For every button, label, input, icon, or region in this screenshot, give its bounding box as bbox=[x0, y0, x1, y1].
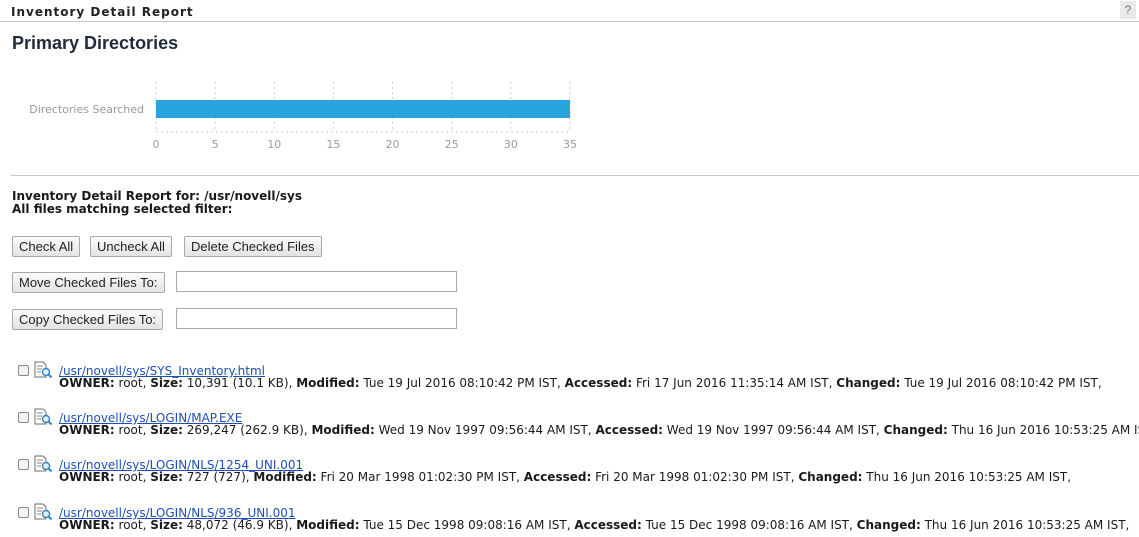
size-label: Size: bbox=[150, 470, 183, 484]
report-header-bar: Inventory Detail Report ? bbox=[0, 0, 1139, 22]
file-checkbox[interactable] bbox=[18, 459, 29, 470]
accessed-value: Fri 20 Mar 1998 01:02:30 PM IST, bbox=[595, 470, 795, 484]
x-tick-label: 15 bbox=[326, 138, 340, 151]
modified-label: Modified: bbox=[311, 423, 375, 437]
x-tick-label: 10 bbox=[267, 138, 281, 151]
owner-label: OWNER: bbox=[59, 470, 115, 484]
help-icon[interactable]: ? bbox=[1120, 1, 1136, 19]
modified-value: Tue 19 Jul 2016 08:10:42 PM IST, bbox=[363, 376, 561, 390]
size-label: Size: bbox=[150, 376, 183, 390]
size-value: 10,391 (10.1 KB), bbox=[186, 376, 293, 390]
move-destination-input[interactable] bbox=[176, 271, 457, 292]
modified-value: Tue 15 Dec 1998 09:08:16 AM IST, bbox=[363, 518, 571, 532]
file-checkbox[interactable] bbox=[18, 412, 29, 423]
category-label: Directories Searched bbox=[29, 103, 144, 116]
accessed-label: Accessed: bbox=[564, 376, 633, 390]
check-all-button[interactable]: Check All bbox=[12, 236, 81, 257]
changed-value: Thu 16 Jun 2016 10:53:25 AM IST, bbox=[866, 470, 1072, 484]
file-metadata: OWNER: root, Size: 10,391 (10.1 KB), Mod… bbox=[59, 376, 1102, 390]
x-tick-label: 30 bbox=[504, 138, 518, 151]
file-checkbox[interactable] bbox=[18, 365, 29, 376]
owner-value: root, bbox=[118, 470, 147, 484]
x-tick-label: 5 bbox=[212, 138, 219, 151]
copy-destination-input[interactable] bbox=[176, 308, 457, 329]
changed-label: Changed: bbox=[798, 470, 863, 484]
modified-label: Modified: bbox=[296, 518, 360, 532]
accessed-value: Wed 19 Nov 1997 09:56:44 AM IST, bbox=[666, 423, 880, 437]
uncheck-all-button[interactable]: Uncheck All bbox=[90, 236, 172, 257]
changed-label: Changed: bbox=[836, 376, 901, 390]
changed-value: Thu 16 Jun 2016 10:53:25 AM IST, bbox=[951, 423, 1139, 437]
report-filter-line: All files matching selected filter: bbox=[12, 202, 233, 216]
accessed-label: Accessed: bbox=[523, 470, 592, 484]
move-checked-files-button[interactable]: Move Checked Files To: bbox=[12, 272, 165, 293]
owner-value: root, bbox=[118, 423, 147, 437]
changed-label: Changed: bbox=[883, 423, 948, 437]
file-preview-icon[interactable] bbox=[33, 503, 53, 521]
x-tick-label: 35 bbox=[563, 138, 577, 151]
file-checkbox[interactable] bbox=[18, 507, 29, 518]
owner-label: OWNER: bbox=[59, 518, 115, 532]
size-label: Size: bbox=[150, 423, 183, 437]
accessed-value: Fri 17 Jun 2016 11:35:14 AM IST, bbox=[635, 376, 833, 390]
owner-label: OWNER: bbox=[59, 376, 115, 390]
file-metadata: OWNER: root, Size: 727 (727), Modified: … bbox=[59, 470, 1071, 484]
owner-label: OWNER: bbox=[59, 423, 115, 437]
directories-chart: 0 5 10 15 20 25 30 35 Directories Searched bbox=[0, 76, 640, 166]
changed-value: Thu 16 Jun 2016 10:53:25 AM IST, bbox=[924, 518, 1130, 532]
changed-value: Tue 19 Jul 2016 08:10:42 PM IST, bbox=[904, 376, 1102, 390]
size-value: 48,072 (46.9 KB), bbox=[186, 518, 293, 532]
changed-label: Changed: bbox=[856, 518, 921, 532]
size-value: 727 (727), bbox=[186, 470, 250, 484]
modified-value: Wed 19 Nov 1997 09:56:44 AM IST, bbox=[378, 423, 592, 437]
size-value: 269,247 (262.9 KB), bbox=[186, 423, 308, 437]
size-label: Size: bbox=[150, 518, 183, 532]
x-tick-label: 25 bbox=[445, 138, 459, 151]
delete-checked-files-button[interactable]: Delete Checked Files bbox=[184, 236, 322, 257]
accessed-label: Accessed: bbox=[574, 518, 642, 532]
file-preview-icon[interactable] bbox=[33, 408, 53, 426]
owner-value: root, bbox=[118, 376, 147, 390]
bar-directories-searched bbox=[156, 100, 570, 118]
report-heading: Inventory Detail Report for: /usr/novell… bbox=[12, 190, 302, 216]
file-preview-icon[interactable] bbox=[33, 361, 53, 379]
report-header-title: Inventory Detail Report bbox=[11, 5, 194, 19]
file-metadata: OWNER: root, Size: 269,247 (262.9 KB), M… bbox=[59, 423, 1139, 437]
x-tick-label: 0 bbox=[153, 138, 160, 151]
owner-value: root, bbox=[118, 518, 147, 532]
accessed-value: Tue 15 Dec 1998 09:08:16 AM IST, bbox=[645, 518, 853, 532]
x-tick-label: 20 bbox=[386, 138, 400, 151]
section-divider bbox=[11, 175, 1139, 176]
directories-chart-svg: 0 5 10 15 20 25 30 35 Directories Searched bbox=[29, 82, 577, 151]
file-preview-icon[interactable] bbox=[33, 455, 53, 473]
modified-value: Fri 20 Mar 1998 01:02:30 PM IST, bbox=[320, 470, 520, 484]
accessed-label: Accessed: bbox=[595, 423, 663, 437]
page-title: Primary Directories bbox=[12, 33, 179, 53]
file-metadata: OWNER: root, Size: 48,072 (46.9 KB), Mod… bbox=[59, 518, 1129, 532]
modified-label: Modified: bbox=[296, 376, 360, 390]
copy-checked-files-button[interactable]: Copy Checked Files To: bbox=[12, 309, 164, 330]
modified-label: Modified: bbox=[253, 470, 317, 484]
